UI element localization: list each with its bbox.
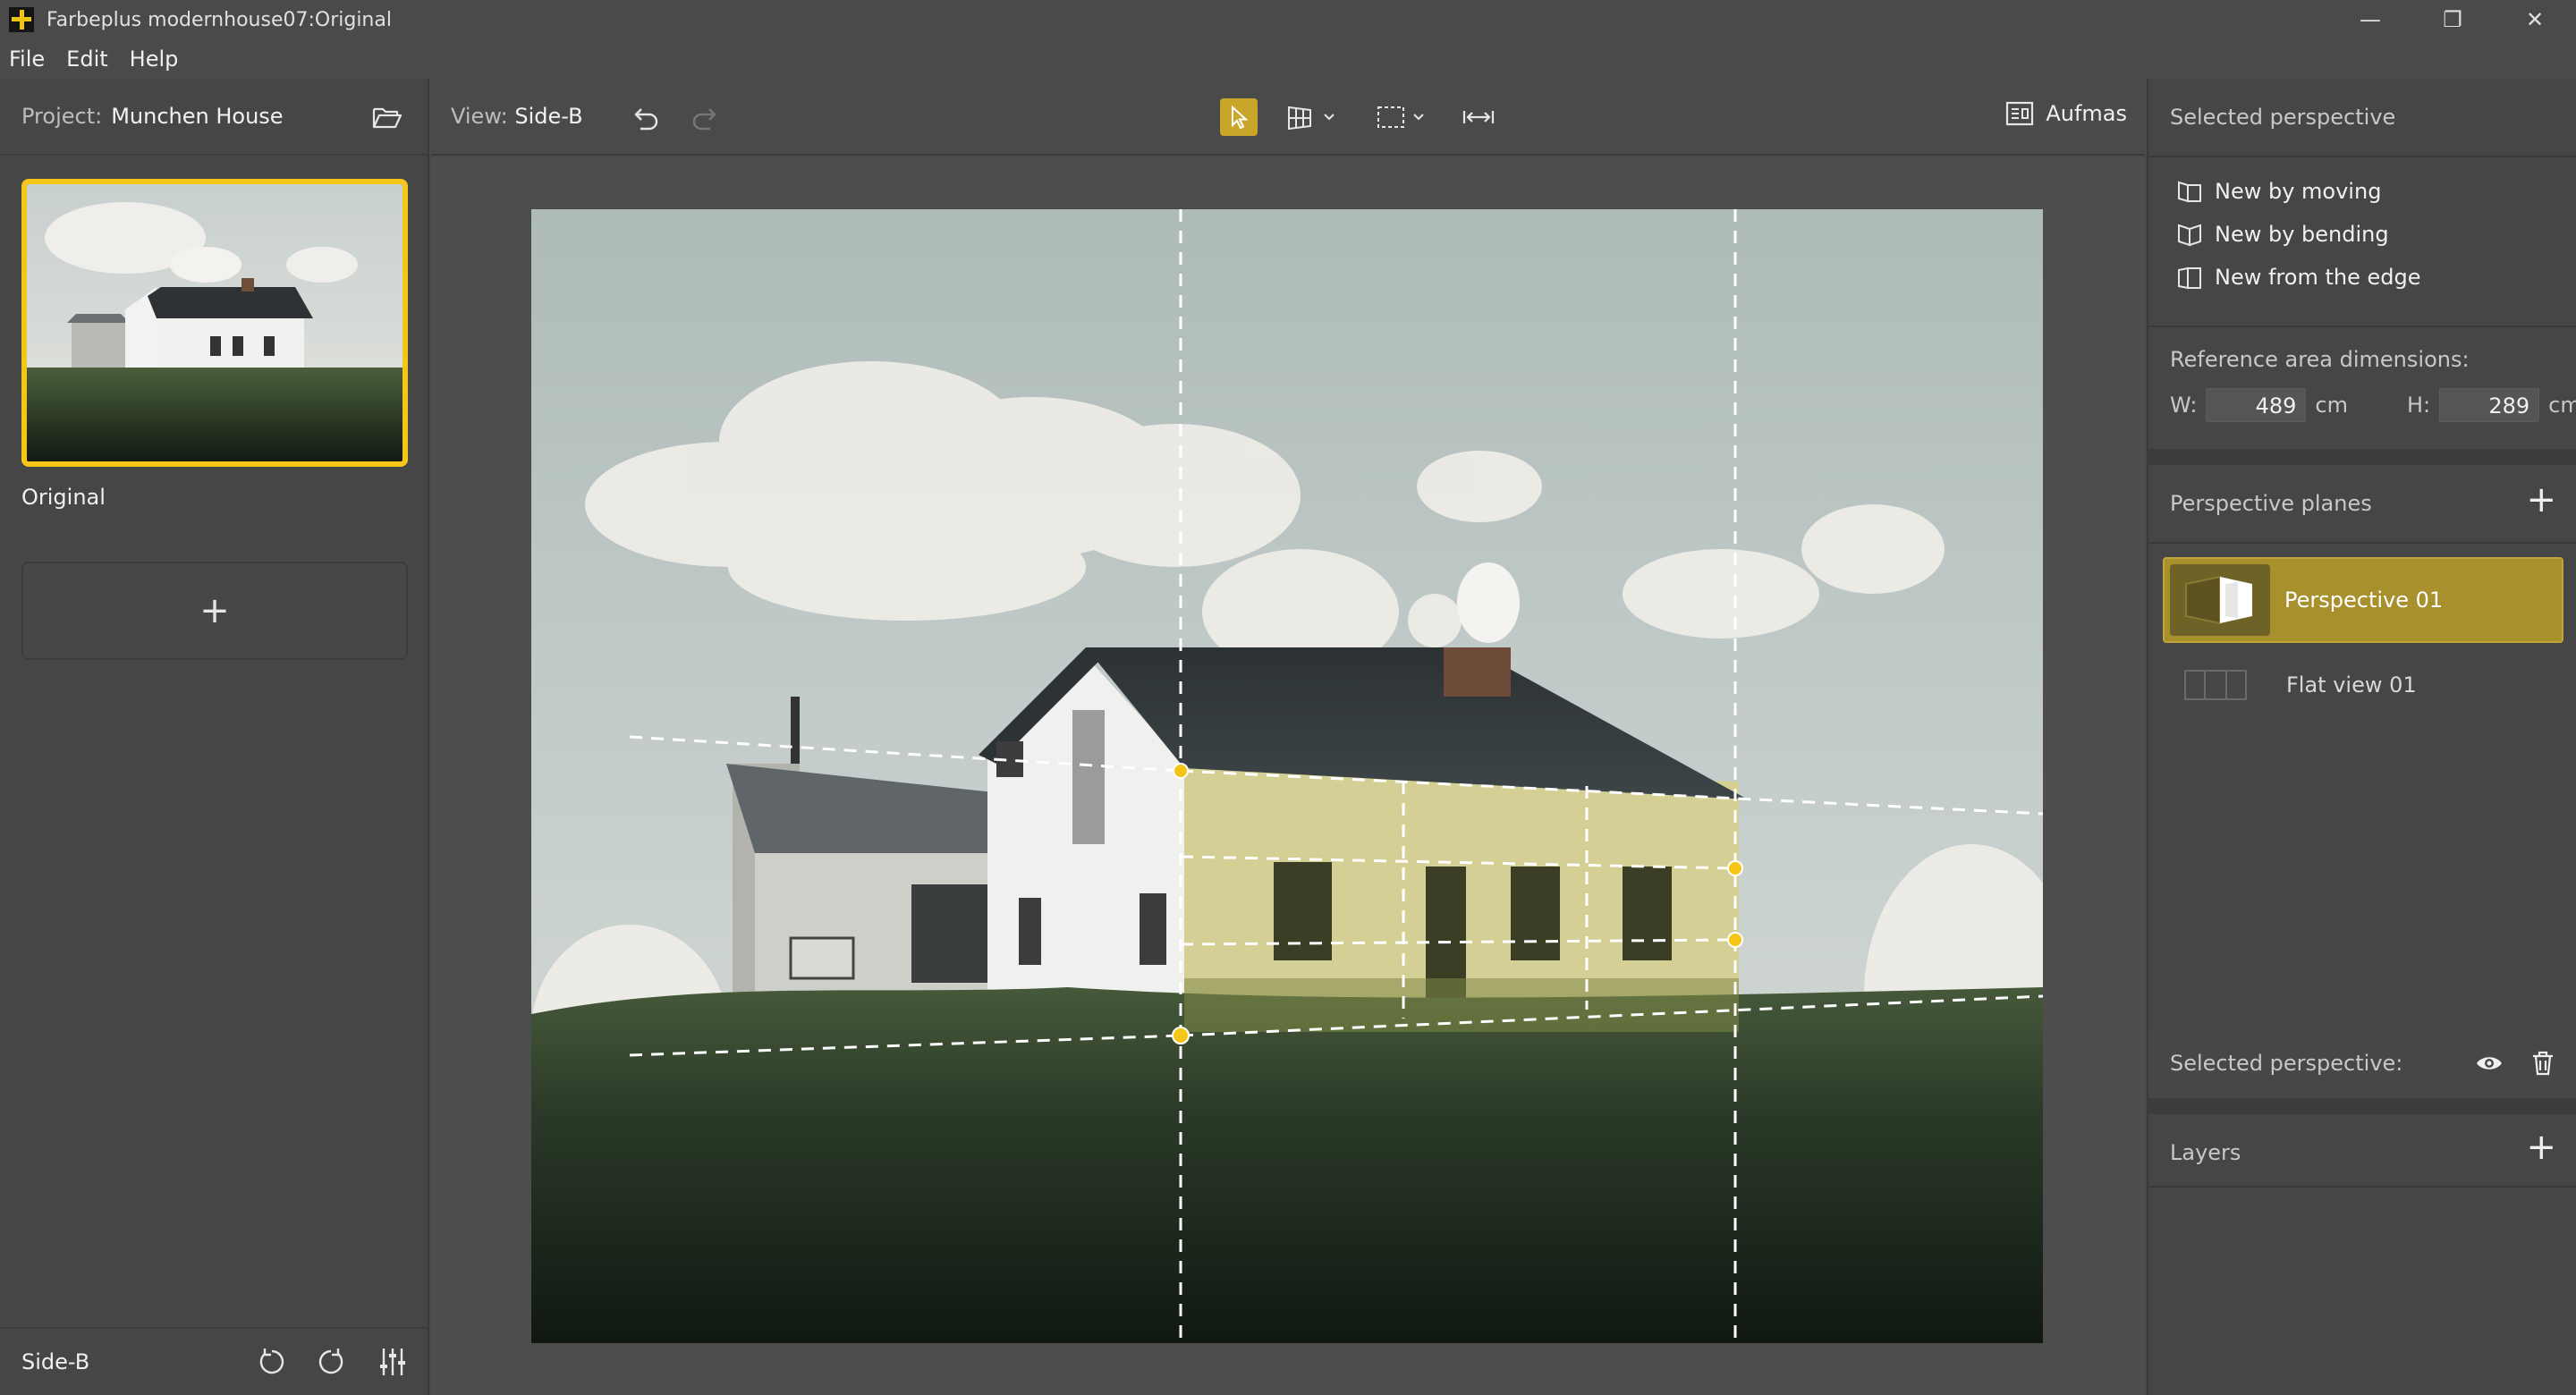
title-bar: Farbeplus modernhouse07:Original — ❐ ✕ [0,0,2576,39]
rotate-left-icon[interactable] [254,1345,288,1379]
height-unit: cm [2548,393,2576,418]
plane-edge-icon [2178,266,2201,290]
plane-name: Flat view 01 [2286,672,2417,698]
adjustments-icon[interactable] [376,1345,410,1379]
perspective-grid-icon [1288,106,1335,131]
select-tool-button[interactable] [1220,98,1258,136]
divider [2148,326,2576,327]
section-separator [2148,1098,2576,1114]
menu-edit[interactable]: Edit [66,46,107,72]
selected-perspective-footer: Selected perspective: [2148,1028,2576,1098]
window-title: Farbeplus modernhouse07:Original [47,8,392,31]
plane-name: Perspective 01 [2284,588,2444,613]
width-unit: cm [2315,393,2348,418]
flat-view-icon [2184,670,2247,700]
new-by-moving-button[interactable]: New by moving [2175,177,2381,206]
reference-dims-label: Reference area dimensions: [2170,347,2470,372]
left-footer: Side-B [0,1327,429,1395]
thumbnail-label: Original [21,485,106,510]
measure-tool-button[interactable] [1460,98,1497,136]
new-by-bending-button[interactable]: New by bending [2175,220,2389,249]
view-thumbnail-original[interactable] [21,179,408,467]
perspective-tool-dropdown[interactable] [1283,98,1345,136]
project-row: Project: Munchen House [0,79,429,156]
new-from-edge-button[interactable]: New from the edge [2175,263,2420,292]
open-folder-icon[interactable] [372,104,402,131]
cursor-icon [1232,105,1249,130]
height-label: H: [2407,393,2431,418]
perspective-planes-header: Perspective planes [2148,465,2576,542]
add-layer-button[interactable]: + [2526,1127,2556,1168]
redo-button[interactable] [687,98,724,136]
new-by-moving-label: New by moving [2215,179,2382,204]
trash-icon[interactable] [2528,1048,2558,1078]
layers-header: Layers [2148,1114,2576,1191]
new-from-edge-label: New from the edge [2215,265,2421,290]
restore-button[interactable]: ❐ [2411,0,2494,39]
width-label: W: [2170,393,2198,418]
view-label: View: Side-B [451,104,583,129]
divider [2148,542,2576,544]
perspective-thumbnail [2170,564,2270,636]
width-input[interactable]: 489 [2206,388,2307,422]
thumbnail-image [27,184,402,461]
minimize-button[interactable]: — [2329,0,2411,39]
document-icon [2006,101,2034,126]
selected-perspective-header: Selected perspective [2170,105,2396,130]
close-button[interactable]: ✕ [2494,0,2576,39]
selected-perspective-footer-label: Selected perspective: [2170,1051,2403,1076]
menu-file[interactable]: File [9,46,45,72]
divider [2148,1186,2576,1188]
add-view-button[interactable]: + [21,562,408,660]
redo-icon [692,108,716,131]
right-panel: Selected perspective New by moving New b… [2147,79,2576,1395]
menu-bar: File Edit Help [0,39,2576,79]
new-by-bending-label: New by bending [2215,222,2389,247]
measure-arrows-icon [1462,111,1495,123]
view-name: Side-B [514,104,583,129]
reference-dims-row: W: 489 cm H: 289 cm [2170,388,2576,422]
plane-bend-icon [2178,224,2201,247]
undo-icon [634,108,658,131]
app-logo-icon [9,7,34,32]
undo-button[interactable] [626,98,664,136]
marquee-select-icon [1377,106,1424,128]
perspective-plane-icon [2185,575,2252,625]
eye-icon[interactable] [2474,1048,2504,1078]
rotate-right-icon[interactable] [315,1345,349,1379]
menu-help[interactable]: Help [130,46,179,72]
window-controls: — ❐ ✕ [2329,0,2576,39]
left-panel: Project: Munchen House Original + Side-B [0,79,429,1395]
footer-actions [254,1345,410,1379]
marquee-tool-dropdown[interactable] [1372,98,1435,136]
view-label-prefix: View: [451,104,508,129]
current-view-label: Side-B [21,1349,90,1374]
canvas-toolbar: View: Side-B Aufmas [431,79,2145,156]
height-input[interactable]: 289 [2439,388,2540,422]
perspective-planes-label: Perspective planes [2170,491,2372,516]
plane-move-icon [2178,181,2201,203]
plane-item-perspective-01[interactable]: Perspective 01 [2163,557,2563,643]
house-photo-canvas[interactable] [531,209,2043,1343]
plane-item-flat-view-01[interactable]: Flat view 01 [2163,656,2563,714]
aufmas-button[interactable]: Aufmas [2004,100,2127,127]
project-name: Munchen House [111,104,284,129]
layers-label: Layers [2170,1140,2241,1165]
aufmas-label: Aufmas [2046,101,2127,126]
section-separator [2148,449,2576,465]
project-label: Project: [21,104,103,129]
divider [2148,156,2576,157]
add-plane-button[interactable]: + [2526,479,2556,520]
